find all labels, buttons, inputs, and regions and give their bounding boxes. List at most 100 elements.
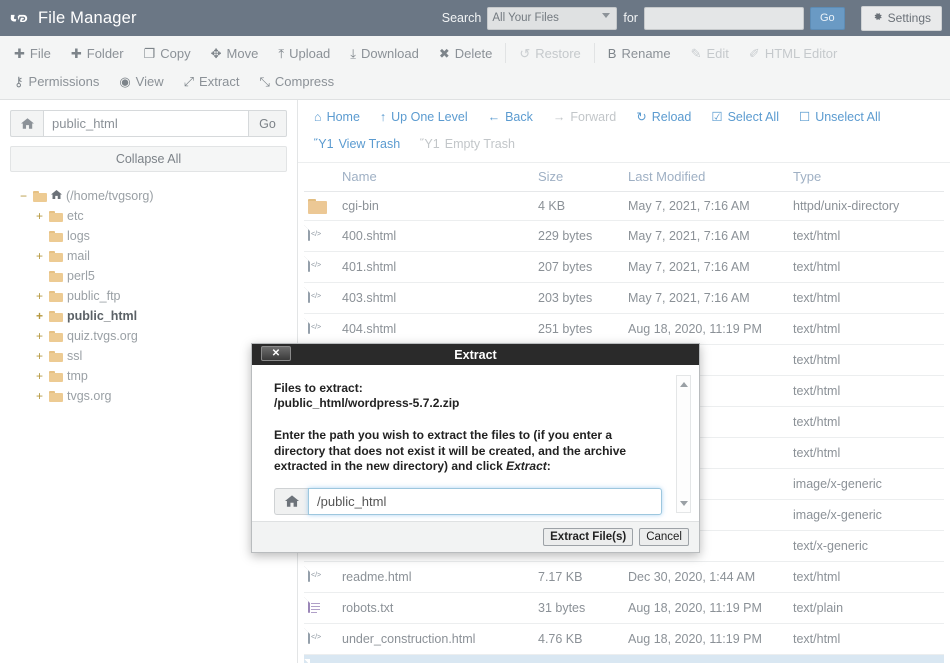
collapse-icon[interactable]: − bbox=[18, 189, 29, 203]
table-row[interactable]: </>readme.html7.17 KBDec 30, 2020, 1:44 … bbox=[304, 562, 944, 593]
toolbar-compress[interactable]: ⤡Compress bbox=[250, 68, 345, 94]
dialog-scrollbar[interactable] bbox=[676, 375, 691, 513]
navbar-row-primary: ⌂Home↑Up One Level←Back→Forward↻Reload☑S… bbox=[304, 103, 944, 130]
extract-path-input[interactable] bbox=[308, 488, 662, 515]
tree-node-tvgs.org[interactable]: +tvgs.org bbox=[10, 386, 287, 406]
tree-node-home-tvgsorg[interactable]: −(/home/tvgsorg) bbox=[10, 186, 287, 206]
search-go-button[interactable]: Go bbox=[810, 7, 845, 30]
search-scope-select[interactable]: All Your Files bbox=[487, 7, 617, 30]
file-type: text/html bbox=[789, 562, 944, 593]
expand-icon[interactable]: + bbox=[34, 309, 45, 323]
table-row[interactable]: </>404.shtml251 bytesAug 18, 2020, 11:19… bbox=[304, 314, 944, 345]
scroll-up-icon[interactable] bbox=[680, 382, 688, 387]
path-bar: Go bbox=[10, 110, 287, 137]
table-row[interactable]: cgi-bin4 KBMay 7, 2021, 7:16 AMhttpd/uni… bbox=[304, 192, 944, 221]
html-file-icon: </> bbox=[308, 567, 325, 587]
file-name: robots.txt bbox=[338, 593, 534, 624]
extract-files-button[interactable]: Extract File(s) bbox=[543, 528, 633, 546]
toolbar-extract[interactable]: ⤢Extract bbox=[174, 68, 250, 94]
tree-node-etc[interactable]: +etc bbox=[10, 206, 287, 226]
copy-icon: ❐ bbox=[144, 47, 156, 60]
tree-node-public_html[interactable]: +public_html bbox=[10, 306, 287, 326]
toolbar-move[interactable]: ✥Move bbox=[201, 40, 269, 66]
table-row[interactable]: </>401.shtml207 bytesMay 7, 2021, 7:16 A… bbox=[304, 252, 944, 283]
label: Delete bbox=[455, 46, 493, 61]
expand-icon[interactable]: + bbox=[34, 349, 45, 363]
search-for-label: for bbox=[623, 11, 638, 25]
column-header-type[interactable]: Type bbox=[789, 163, 944, 192]
toolbar-copy[interactable]: ❐ Copy bbox=[134, 40, 201, 66]
label: Move bbox=[227, 46, 259, 61]
expand-icon[interactable]: + bbox=[34, 369, 45, 383]
expand-icon[interactable]: + bbox=[34, 249, 45, 263]
file-name: 400.shtml bbox=[338, 221, 534, 252]
label: Copy bbox=[160, 46, 190, 61]
tree-node-label: mail bbox=[67, 249, 90, 263]
files-to-extract-label: Files to extract: bbox=[274, 381, 681, 396]
path-go-button[interactable]: Go bbox=[249, 110, 287, 137]
table-row[interactable]: </>under_construction.html4.76 KBAug 18,… bbox=[304, 624, 944, 655]
file-size: 251 bytes bbox=[534, 314, 624, 345]
html-file-icon: </> bbox=[308, 319, 325, 339]
settings-button[interactable]: Settings bbox=[861, 6, 942, 31]
tree-node-mail[interactable]: + mail bbox=[10, 246, 287, 266]
toolbar-file[interactable]: ✚File bbox=[4, 40, 61, 66]
nav-select-all[interactable]: ☑Select All bbox=[701, 105, 789, 129]
nav-unselect-all[interactable]: ☐Unselect All bbox=[789, 105, 891, 129]
toolbar-permissions[interactable]: ⚷Permissions bbox=[4, 68, 109, 94]
toolbar-download[interactable]: ⤓Download bbox=[340, 40, 429, 66]
nav-back[interactable]: ←Back bbox=[478, 105, 543, 129]
expand-icon[interactable]: + bbox=[34, 329, 45, 343]
column-header-name[interactable]: Name bbox=[338, 163, 534, 192]
collapse-all-button[interactable]: Collapse All bbox=[10, 146, 287, 172]
label: Extract bbox=[199, 74, 239, 89]
trash-icon: Ὕ1 bbox=[314, 137, 334, 151]
scroll-down-icon[interactable] bbox=[680, 501, 688, 506]
page-title: File Manager bbox=[38, 9, 137, 28]
table-row[interactable]: </>403.shtml203 bytesMay 7, 2021, 7:16 A… bbox=[304, 283, 944, 314]
home-icon[interactable] bbox=[274, 488, 308, 515]
nav-empty-trash: Ὕ1Empty Trash bbox=[410, 132, 525, 156]
label: Select All bbox=[728, 110, 779, 124]
dialog-title: Extract bbox=[454, 348, 496, 362]
search-area: Search All Your Files for Go Settings bbox=[442, 0, 942, 36]
path-input[interactable] bbox=[43, 110, 249, 137]
row-icon-cell bbox=[304, 593, 338, 624]
toolbar-delete[interactable]: ✖Delete bbox=[429, 40, 502, 66]
file-name: under_construction.html bbox=[338, 624, 534, 655]
toolbar-folder[interactable]: ✚Folder bbox=[61, 40, 134, 66]
tree-node-quiz.tvgs.org[interactable]: +quiz.tvgs.org bbox=[10, 326, 287, 346]
tree-node-perl5[interactable]: perl5 bbox=[10, 266, 287, 286]
tree-node-tmp[interactable]: +tmp bbox=[10, 366, 287, 386]
folder-icon bbox=[49, 351, 63, 362]
close-icon[interactable]: ✕ bbox=[261, 346, 291, 361]
expand-icon[interactable]: + bbox=[34, 389, 45, 403]
column-header-size[interactable]: Size bbox=[534, 163, 624, 192]
toolbar-upload[interactable]: ⤒Upload bbox=[268, 40, 340, 66]
table-row[interactable]: robots.txt31 bytesAug 18, 2020, 11:19 PM… bbox=[304, 593, 944, 624]
toolbar-restore: ↺Restore bbox=[509, 40, 590, 66]
expand-icon[interactable]: + bbox=[34, 289, 45, 303]
expand-icon[interactable]: + bbox=[34, 209, 45, 223]
reload-icon: ↻ bbox=[636, 109, 646, 124]
toolbar-view[interactable]: ◉View bbox=[109, 68, 173, 94]
navbar-row-trash: Ὕ1 View Trash Ὕ1Empty Trash bbox=[304, 130, 944, 157]
nav-up-one-level[interactable]: ↑Up One Level bbox=[370, 105, 478, 129]
home-icon[interactable] bbox=[10, 110, 43, 137]
file-modified: Aug 18, 2020, 11:19 PM bbox=[624, 593, 789, 624]
row-icon-cell: </> bbox=[304, 283, 338, 314]
cancel-button[interactable]: Cancel bbox=[639, 528, 689, 546]
column-header-last-modified[interactable]: Last Modified bbox=[624, 163, 789, 192]
tree-node-ssl[interactable]: +ssl bbox=[10, 346, 287, 366]
nav-view-trash[interactable]: Ὕ1 View Trash bbox=[304, 132, 410, 156]
search-input[interactable] bbox=[644, 7, 804, 30]
table-row[interactable]: </>400.shtml229 bytesMay 7, 2021, 7:16 A… bbox=[304, 221, 944, 252]
toolbar-rename[interactable]: ὜BRename bbox=[598, 40, 681, 66]
label: View Trash bbox=[339, 137, 401, 151]
search-scope-wrap: All Your Files bbox=[487, 7, 617, 30]
nav-reload[interactable]: ↻Reload bbox=[626, 105, 701, 129]
file-type: httpd/unix-directory bbox=[789, 192, 944, 221]
tree-node-logs[interactable]: logs bbox=[10, 226, 287, 246]
tree-node-public_ftp[interactable]: +public_ftp bbox=[10, 286, 287, 306]
nav-home[interactable]: ⌂Home bbox=[304, 105, 370, 129]
